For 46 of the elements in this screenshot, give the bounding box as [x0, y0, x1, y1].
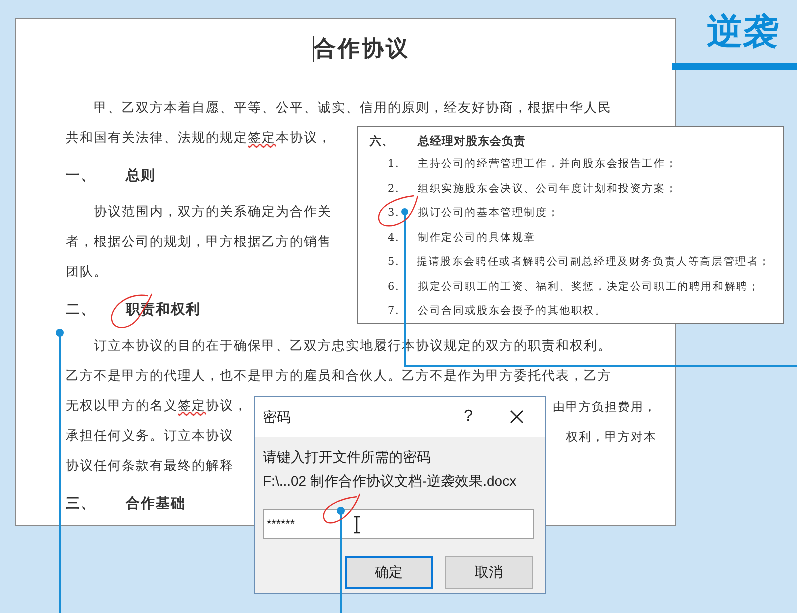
document-title: 合作协议: [314, 34, 410, 64]
paragraph-line: 无权以甲方的名义签定协议，: [66, 398, 248, 416]
section-title: 逆袭: [707, 14, 779, 50]
paragraph-line: 承担任何义务。订立本协议: [66, 428, 234, 446]
list-number: 7.: [388, 304, 401, 320]
section-heading: 合作基础: [126, 494, 186, 514]
list-item-text: 提请股东会聘任或者解聘公司副总经理及财务负责人等高层管理者；: [417, 255, 771, 270]
circle-mark: [378, 195, 419, 227]
paragraph-line: 协议范围内，双方的关系确定为合作关: [94, 204, 332, 222]
list-number: 3.: [388, 206, 401, 222]
cancel-button[interactable]: 取消: [445, 556, 533, 589]
paragraph-line: 者，根据公司的规划，甲方根据乙方的销售: [66, 234, 332, 252]
list-number: 4.: [388, 230, 401, 246]
section-heading: 总则: [126, 166, 156, 186]
list-number: 2.: [388, 182, 401, 197]
section-number: 三、: [66, 494, 97, 514]
password-field[interactable]: ******: [263, 509, 534, 539]
paragraph-line: 团队。: [66, 264, 108, 282]
list-item-text: 主持公司的经营管理工作，并向股东会报告工作；: [418, 157, 678, 172]
section-number: 二、: [66, 300, 97, 320]
paragraph-line: 甲、乙双方本着自愿、平等、公平、诚实、信用的原则，经友好协商，根据中华人民: [94, 100, 612, 118]
list-number: 6.: [388, 280, 401, 295]
paragraph-line: 协议任何条款有最终的解释: [66, 458, 234, 476]
close-button[interactable]: [509, 409, 525, 425]
file-path: F:\...02 制作合作协议文档-逆袭效果.docx: [263, 472, 518, 491]
list-item-text: 拟订公司的基本管理制度；: [418, 206, 560, 222]
paragraph-line: 共和国有关法律、法规的规定签定本协议，: [66, 130, 332, 148]
section-number: 六、: [370, 133, 395, 150]
list-item-text: 拟定公司职工的工资、福利、奖惩，决定公司职工的聘用和解聘；: [418, 280, 760, 295]
text-cursor: [313, 36, 314, 62]
paragraph-line: 由甲方负担费用，: [553, 399, 657, 416]
help-button[interactable]: ?: [464, 405, 473, 429]
text-cursor-icon: [353, 516, 361, 534]
paragraph-line: 乙方不是甲方的代理人，也不是甲方的雇员和合伙人。乙方不是作为甲方委托代表，乙方: [66, 368, 612, 386]
list-item-text: 制作定公司的具体规章: [418, 230, 536, 246]
paragraph-line: 权利，甲方对本: [566, 429, 657, 446]
dialog-prompt: 请键入打开文件所需的密码: [263, 448, 432, 467]
list-item-text: 组织实施股东会决议、公司年度计划和投资方案；: [418, 182, 678, 197]
list-number: 5.: [388, 255, 401, 270]
list-number: 1.: [388, 157, 401, 172]
dialog-title: 密码: [263, 408, 292, 426]
section-heading: 总经理对股东会负责: [418, 133, 526, 150]
section-number: 一、: [66, 166, 97, 186]
circle-mark: [323, 494, 361, 524]
list-item-text: 公司合同或股东会授予的其他职权。: [418, 304, 607, 320]
ok-button[interactable]: 确定: [345, 556, 433, 589]
